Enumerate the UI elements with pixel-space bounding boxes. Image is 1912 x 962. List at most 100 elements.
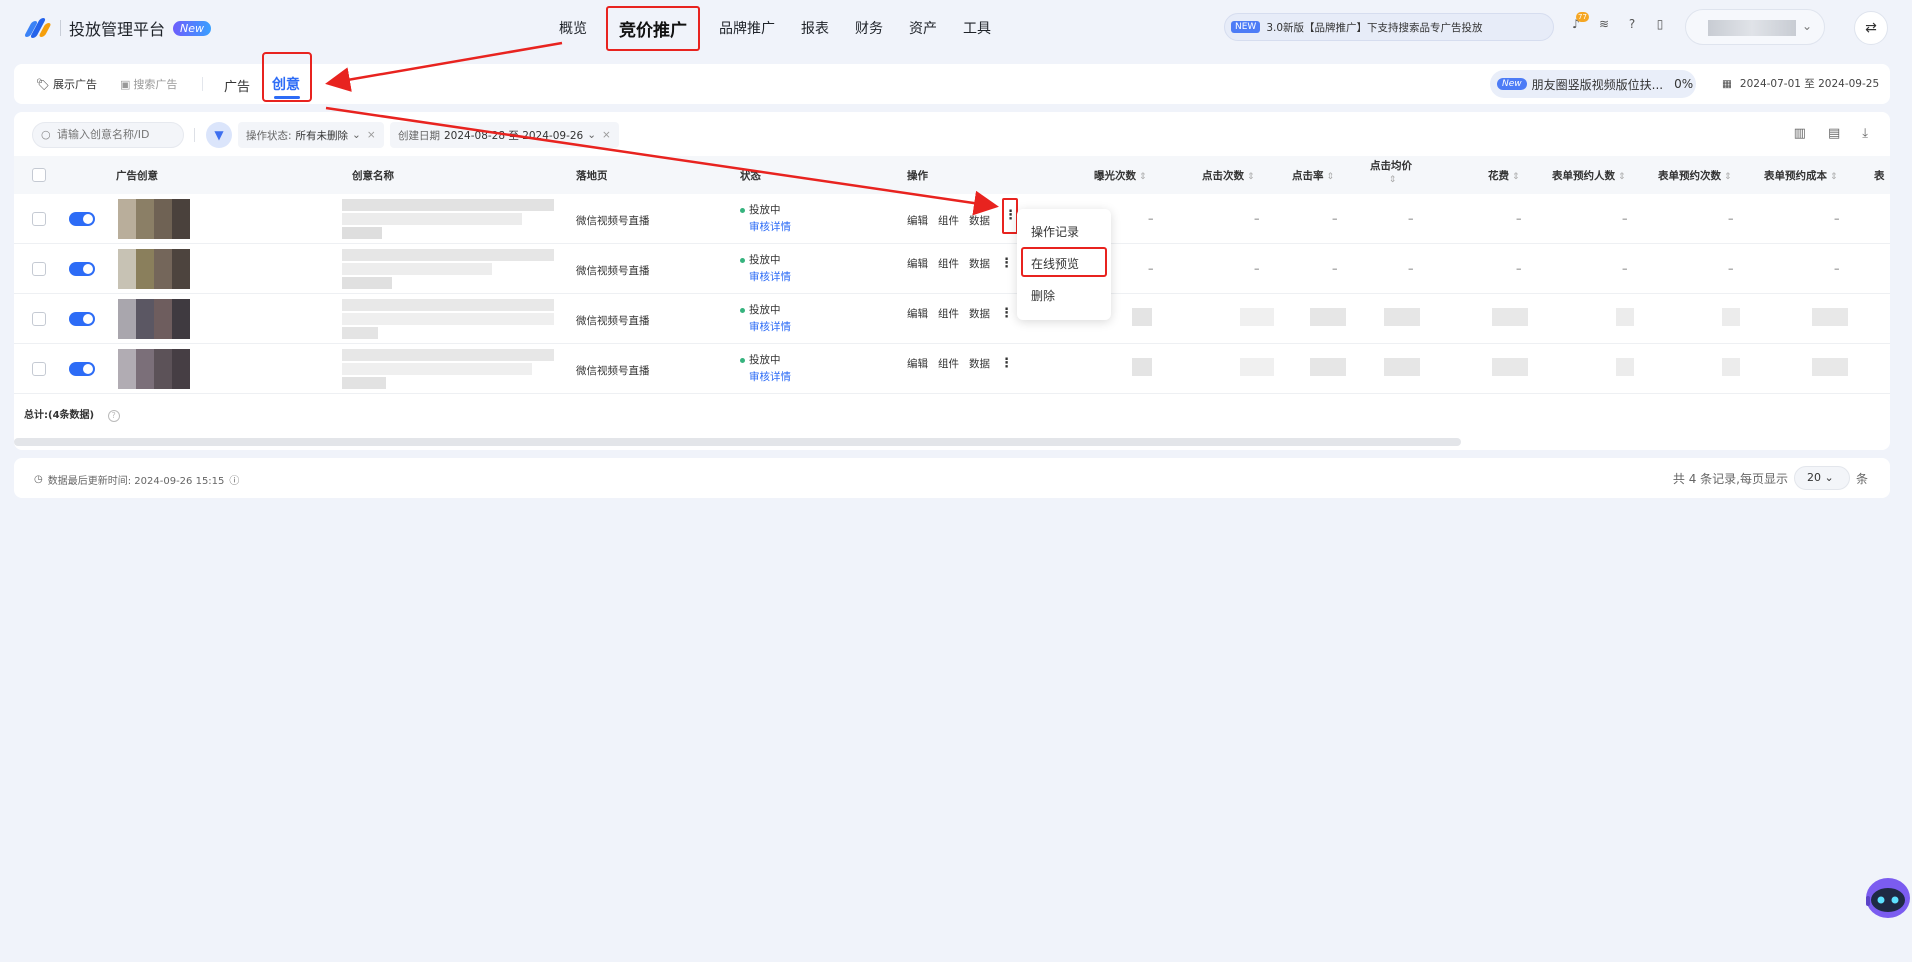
review-details-link[interactable]: 审核详情 (740, 319, 791, 336)
creative-thumbnail[interactable] (118, 249, 190, 289)
component-link[interactable]: 组件 (938, 213, 959, 228)
review-details-link[interactable]: 审核详情 (740, 369, 791, 386)
last-updated-text: 数据最后更新时间: 2024-09-26 15:15 (47, 476, 225, 487)
header-icons: ♪ 77 ≋ ? ▯ (1568, 12, 1668, 32)
nav-finance[interactable]: 财务 (842, 18, 896, 38)
creative-thumbnail[interactable] (118, 199, 190, 239)
close-icon[interactable]: × (602, 129, 611, 141)
empty-cell: – (1254, 212, 1260, 225)
creative-thumbnail[interactable] (118, 299, 190, 339)
menu-item-online-preview[interactable]: 在线预览 (1021, 247, 1107, 277)
chart-icon[interactable]: ▥ (1794, 126, 1806, 141)
empty-cell: – (1408, 262, 1414, 275)
subtab-creative[interactable]: 创意 (262, 52, 312, 102)
edit-link[interactable]: 编辑 (907, 256, 928, 271)
download-icon[interactable]: ⤓ (1862, 126, 1868, 141)
search-icon: ○ (41, 128, 51, 141)
subtab-ad[interactable]: 广告 (224, 76, 250, 95)
nav-bidding-promotion[interactable]: 竞价推广 (606, 5, 700, 51)
col-form-cost[interactable]: 表单预约成本 ⇕ (1764, 168, 1838, 183)
help-icon[interactable]: ? (1624, 16, 1640, 32)
announcement-bar[interactable]: NEW 3.0新版【品牌推广】下支持搜索品专广告投放 (1224, 13, 1554, 41)
filter-chip-date[interactable]: 创建日期 2024-08-28 至 2024-09-26 ⌄ × (390, 122, 619, 148)
row-actions: 编辑 组件 数据 ⋮ (907, 256, 1013, 271)
coins-icon[interactable]: ≋ (1596, 16, 1612, 32)
redacted-value (1492, 358, 1528, 376)
nav-tools[interactable]: 工具 (950, 18, 1004, 38)
empty-cell: – (1728, 212, 1734, 225)
row-checkbox[interactable] (32, 212, 46, 226)
columns-icon[interactable]: ▤ (1828, 126, 1840, 141)
page-size-unit: 条 (1855, 471, 1868, 486)
data-link[interactable]: 数据 (969, 256, 990, 271)
filter-icon[interactable]: ▼ (206, 122, 232, 148)
data-link[interactable]: 数据 (969, 213, 990, 228)
component-link[interactable]: 组件 (938, 306, 959, 321)
col-cost[interactable]: 花费 ⇕ (1488, 168, 1520, 183)
row-checkbox[interactable] (32, 312, 46, 326)
component-link[interactable]: 组件 (938, 356, 959, 371)
edit-link[interactable]: 编辑 (907, 213, 928, 228)
chip-label: 操作状态: (246, 129, 292, 142)
main-nav: 概览 竞价推广 品牌推广 报表 财务 资产 工具 (546, 0, 1004, 56)
filter-chip-status[interactable]: 操作状态: 所有未删除 ⌄ × (238, 122, 384, 148)
more-options-icon[interactable]: ⋮ (1000, 306, 1013, 321)
col-impressions-label: 曝光次数 (1094, 170, 1136, 182)
empty-cell: – (1622, 212, 1628, 225)
help-icon[interactable]: ⓘ (229, 472, 239, 487)
close-icon[interactable]: × (367, 129, 376, 141)
data-link[interactable]: 数据 (969, 356, 990, 371)
status-dot (740, 357, 745, 363)
more-options-icon[interactable]: ⋮ (1002, 198, 1018, 234)
row-toggle[interactable] (69, 362, 95, 376)
nav-assets[interactable]: 资产 (896, 18, 950, 38)
more-options-icon[interactable]: ⋮ (1000, 356, 1013, 371)
empty-cell: – (1834, 212, 1840, 225)
redacted-value (1722, 358, 1740, 376)
help-icon[interactable]: ? (107, 410, 120, 422)
status-dot (740, 307, 745, 313)
horizontal-scrollbar[interactable] (14, 438, 1461, 446)
col-form-users[interactable]: 表单预约人数 ⇕ (1552, 168, 1626, 183)
nav-brand-promotion[interactable]: 品牌推广 (706, 18, 788, 38)
tab-display-ads[interactable]: 🏷 展示广告 (36, 76, 97, 92)
row-checkbox[interactable] (32, 362, 46, 376)
nav-overview[interactable]: 概览 (546, 18, 600, 38)
col-more: 表 (1874, 170, 1885, 182)
row-toggle[interactable] (69, 262, 95, 276)
row-toggle[interactable] (69, 212, 95, 226)
search-box[interactable]: ○ (32, 122, 184, 148)
menu-item-delete[interactable]: 删除 (1031, 287, 1055, 304)
row-checkbox[interactable] (32, 262, 46, 276)
date-range-picker[interactable]: ▦ 2024-07-01 至 2024-09-25 (1722, 76, 1879, 91)
logo[interactable]: 投放管理平台 New (22, 16, 212, 40)
col-clicks[interactable]: 点击次数 ⇕ (1202, 168, 1255, 183)
col-cpc[interactable]: 点击均价 ⇕ (1368, 160, 1414, 187)
row-toggle[interactable] (69, 312, 95, 326)
mobile-icon[interactable]: ▯ (1652, 16, 1668, 32)
component-link[interactable]: 组件 (938, 256, 959, 271)
row-actions: 编辑 组件 数据 ⋮ (907, 356, 1013, 371)
tab-search-ads[interactable]: ▣ 搜索广告 (120, 76, 177, 92)
col-impressions[interactable]: 曝光次数 ⇕ (1094, 168, 1147, 183)
col-ctr[interactable]: 点击率 ⇕ (1292, 168, 1334, 183)
creative-thumbnail[interactable] (118, 349, 190, 389)
col-form-count[interactable]: 表单预约次数 ⇕ (1658, 168, 1732, 183)
switch-account-icon[interactable]: ⇄ (1854, 11, 1888, 45)
more-options-icon[interactable]: ⋮ (1000, 256, 1013, 271)
promo-banner[interactable]: New 朋友圈竖版视频版位扶... 0% (1490, 70, 1696, 98)
search-input[interactable] (57, 128, 177, 141)
account-selector[interactable]: ⌄ (1685, 9, 1825, 45)
assistant-bot-icon[interactable] (1862, 868, 1910, 924)
edit-link[interactable]: 编辑 (907, 306, 928, 321)
review-details-link[interactable]: 审核详情 (740, 269, 791, 286)
select-all-checkbox[interactable] (32, 168, 46, 182)
nav-reports[interactable]: 报表 (788, 18, 842, 38)
row-actions: 编辑 组件 数据 ⋮ (907, 306, 1013, 321)
edit-link[interactable]: 编辑 (907, 356, 928, 371)
menu-item-operation-log[interactable]: 操作记录 (1031, 223, 1079, 240)
review-details-link[interactable]: 审核详情 (740, 219, 791, 236)
bell-icon[interactable]: ♪ 77 (1568, 12, 1589, 32)
page-size-select[interactable]: 20 ⌄ (1793, 466, 1850, 490)
data-link[interactable]: 数据 (969, 306, 990, 321)
